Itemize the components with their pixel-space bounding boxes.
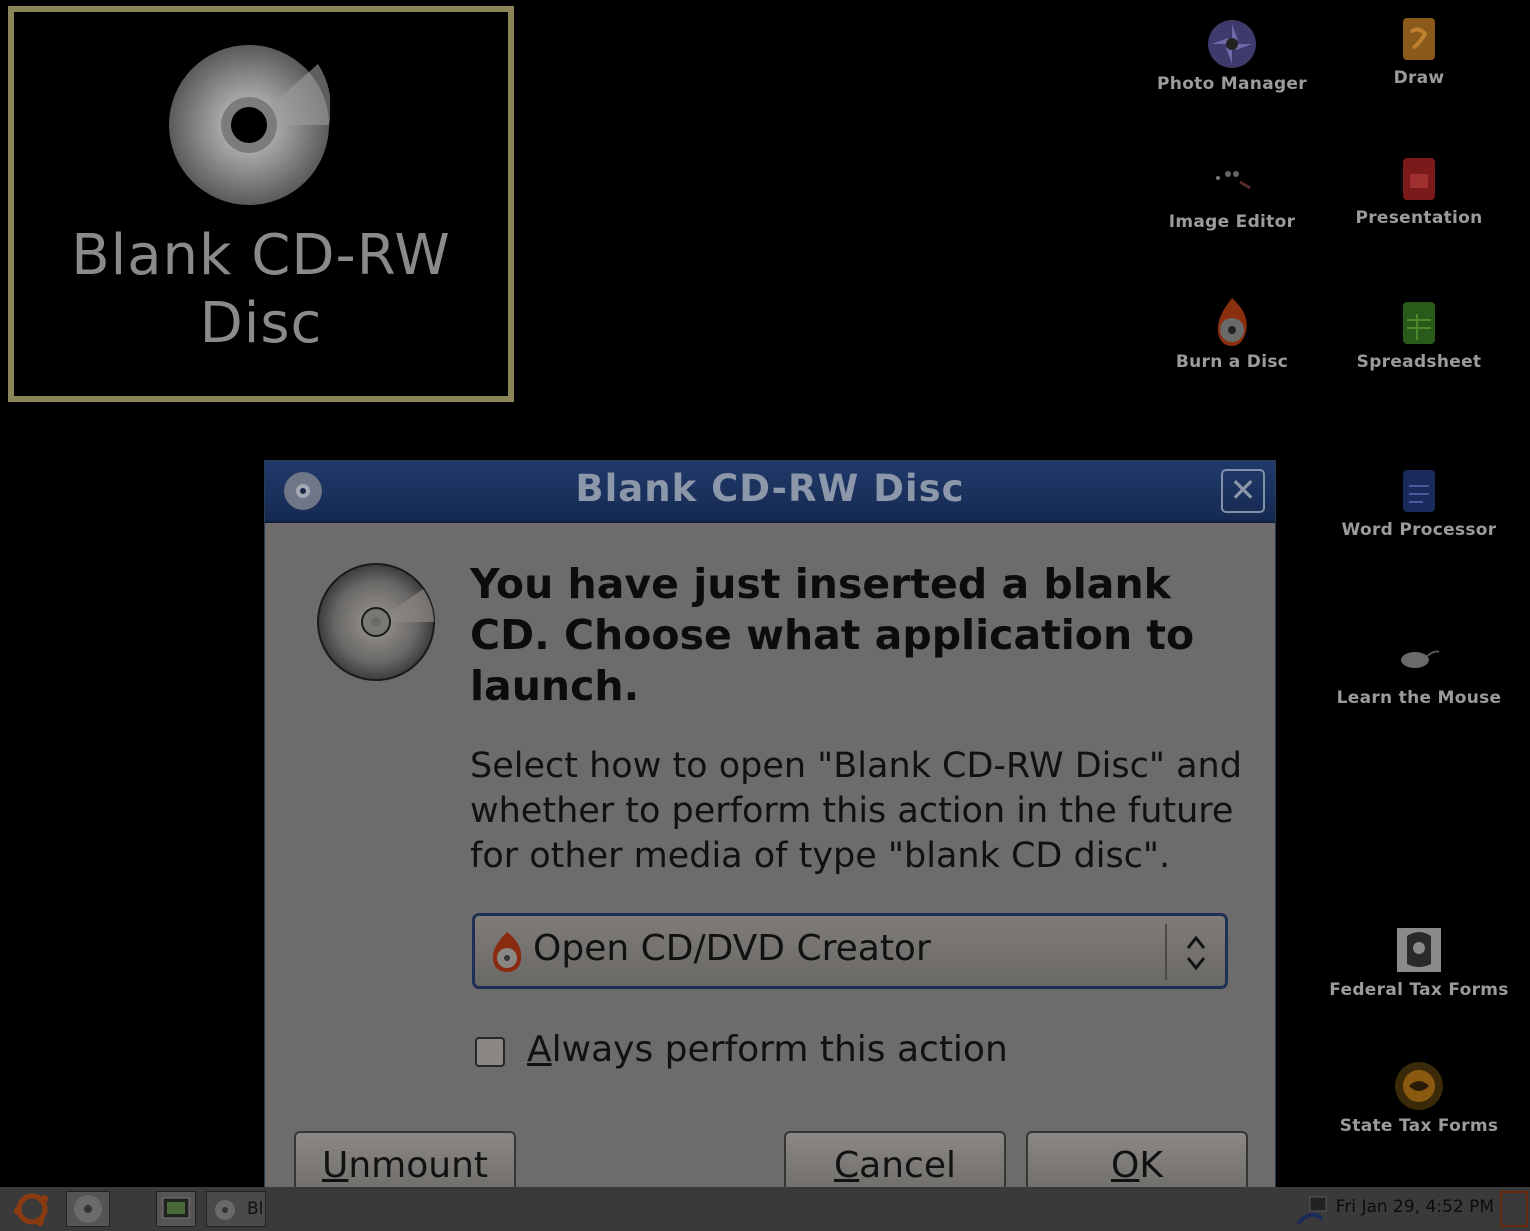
word-processor-icon <box>1393 464 1445 516</box>
trash-icon[interactable] <box>1500 1191 1528 1227</box>
presentation-icon <box>1393 152 1445 204</box>
desktop-icon-photo-manager[interactable]: Photo Manager <box>1142 18 1322 95</box>
network-tray-icon[interactable] <box>1292 1191 1336 1227</box>
close-button[interactable]: ✕ <box>1221 469 1265 513</box>
application-select-value: Open CD/DVD Creator <box>533 928 931 969</box>
draw-icon <box>1393 12 1445 64</box>
close-icon: ✕ <box>1229 471 1257 509</box>
combo-separator <box>1165 924 1167 980</box>
desktop-icon-draw[interactable]: Draw <box>1329 12 1509 89</box>
always-perform-label[interactable]: Always perform this action <box>527 1029 1008 1070</box>
desktop-icon-image-editor[interactable]: Image Editor <box>1142 156 1322 233</box>
image-editor-icon <box>1206 156 1258 208</box>
federal-tax-icon <box>1393 924 1445 976</box>
selected-icon-label: Blank CD-RW Disc <box>71 223 451 356</box>
show-desktop-icon <box>162 1197 190 1219</box>
network-icon <box>1296 1196 1327 1225</box>
taskbar-desktop-button[interactable] <box>156 1191 196 1227</box>
desktop-icon-presentation[interactable]: Presentation <box>1329 152 1509 229</box>
cd-disc-icon <box>74 1195 102 1223</box>
dialog-heading: You have just inserted a blank CD. Choos… <box>470 560 1195 710</box>
taskbar: Bl Fri Jan 29, 4:52 PM <box>0 1187 1530 1231</box>
dialog-description: Select how to open "Blank CD-RW Disc" an… <box>470 746 1242 876</box>
always-perform-checkbox[interactable] <box>475 1037 505 1067</box>
cd-disc-icon <box>169 45 330 205</box>
spreadsheet-icon <box>1393 296 1445 348</box>
burn-disc-icon <box>492 932 522 972</box>
ubuntu-logo-icon <box>14 1193 48 1226</box>
desktop-icon-spreadsheet[interactable]: Spreadsheet <box>1329 296 1509 373</box>
desktop-icon-state-tax[interactable]: State Tax Forms <box>1329 1060 1509 1137</box>
blank-cd-dialog: Blank CD-RW Disc ✕ You have just inserte… <box>264 460 1276 1231</box>
chevron-updown-icon <box>1186 935 1206 971</box>
state-tax-icon <box>1393 1060 1445 1112</box>
cd-disc-icon <box>317 563 435 681</box>
main-menu-button[interactable] <box>10 1191 54 1227</box>
clock[interactable]: Fri Jan 29, 4:52 PM <box>1336 1197 1494 1217</box>
mouse-icon <box>1393 632 1445 684</box>
photo-manager-icon <box>1206 18 1258 70</box>
desktop-icon-burn-disc[interactable]: Burn a Disc <box>1142 296 1322 373</box>
selected-cd-icon[interactable]: Blank CD-RW Disc <box>8 6 514 402</box>
burn-disc-icon <box>1206 296 1258 348</box>
desktop-icon-learn-mouse[interactable]: Learn the Mouse <box>1329 632 1509 709</box>
cd-disc-icon <box>215 1200 235 1220</box>
desktop-icon-federal-tax[interactable]: Federal Tax Forms <box>1329 924 1509 1001</box>
taskbar-window-item[interactable]: Bl <box>206 1191 266 1227</box>
application-select[interactable]: Open CD/DVD Creator <box>472 913 1228 989</box>
dialog-title: Blank CD-RW Disc <box>575 467 965 510</box>
desktop-icon-word-processor[interactable]: Word Processor <box>1329 464 1509 541</box>
taskbar-cd-launcher[interactable] <box>66 1191 110 1227</box>
dialog-titlebar[interactable]: Blank CD-RW Disc ✕ <box>265 461 1275 523</box>
